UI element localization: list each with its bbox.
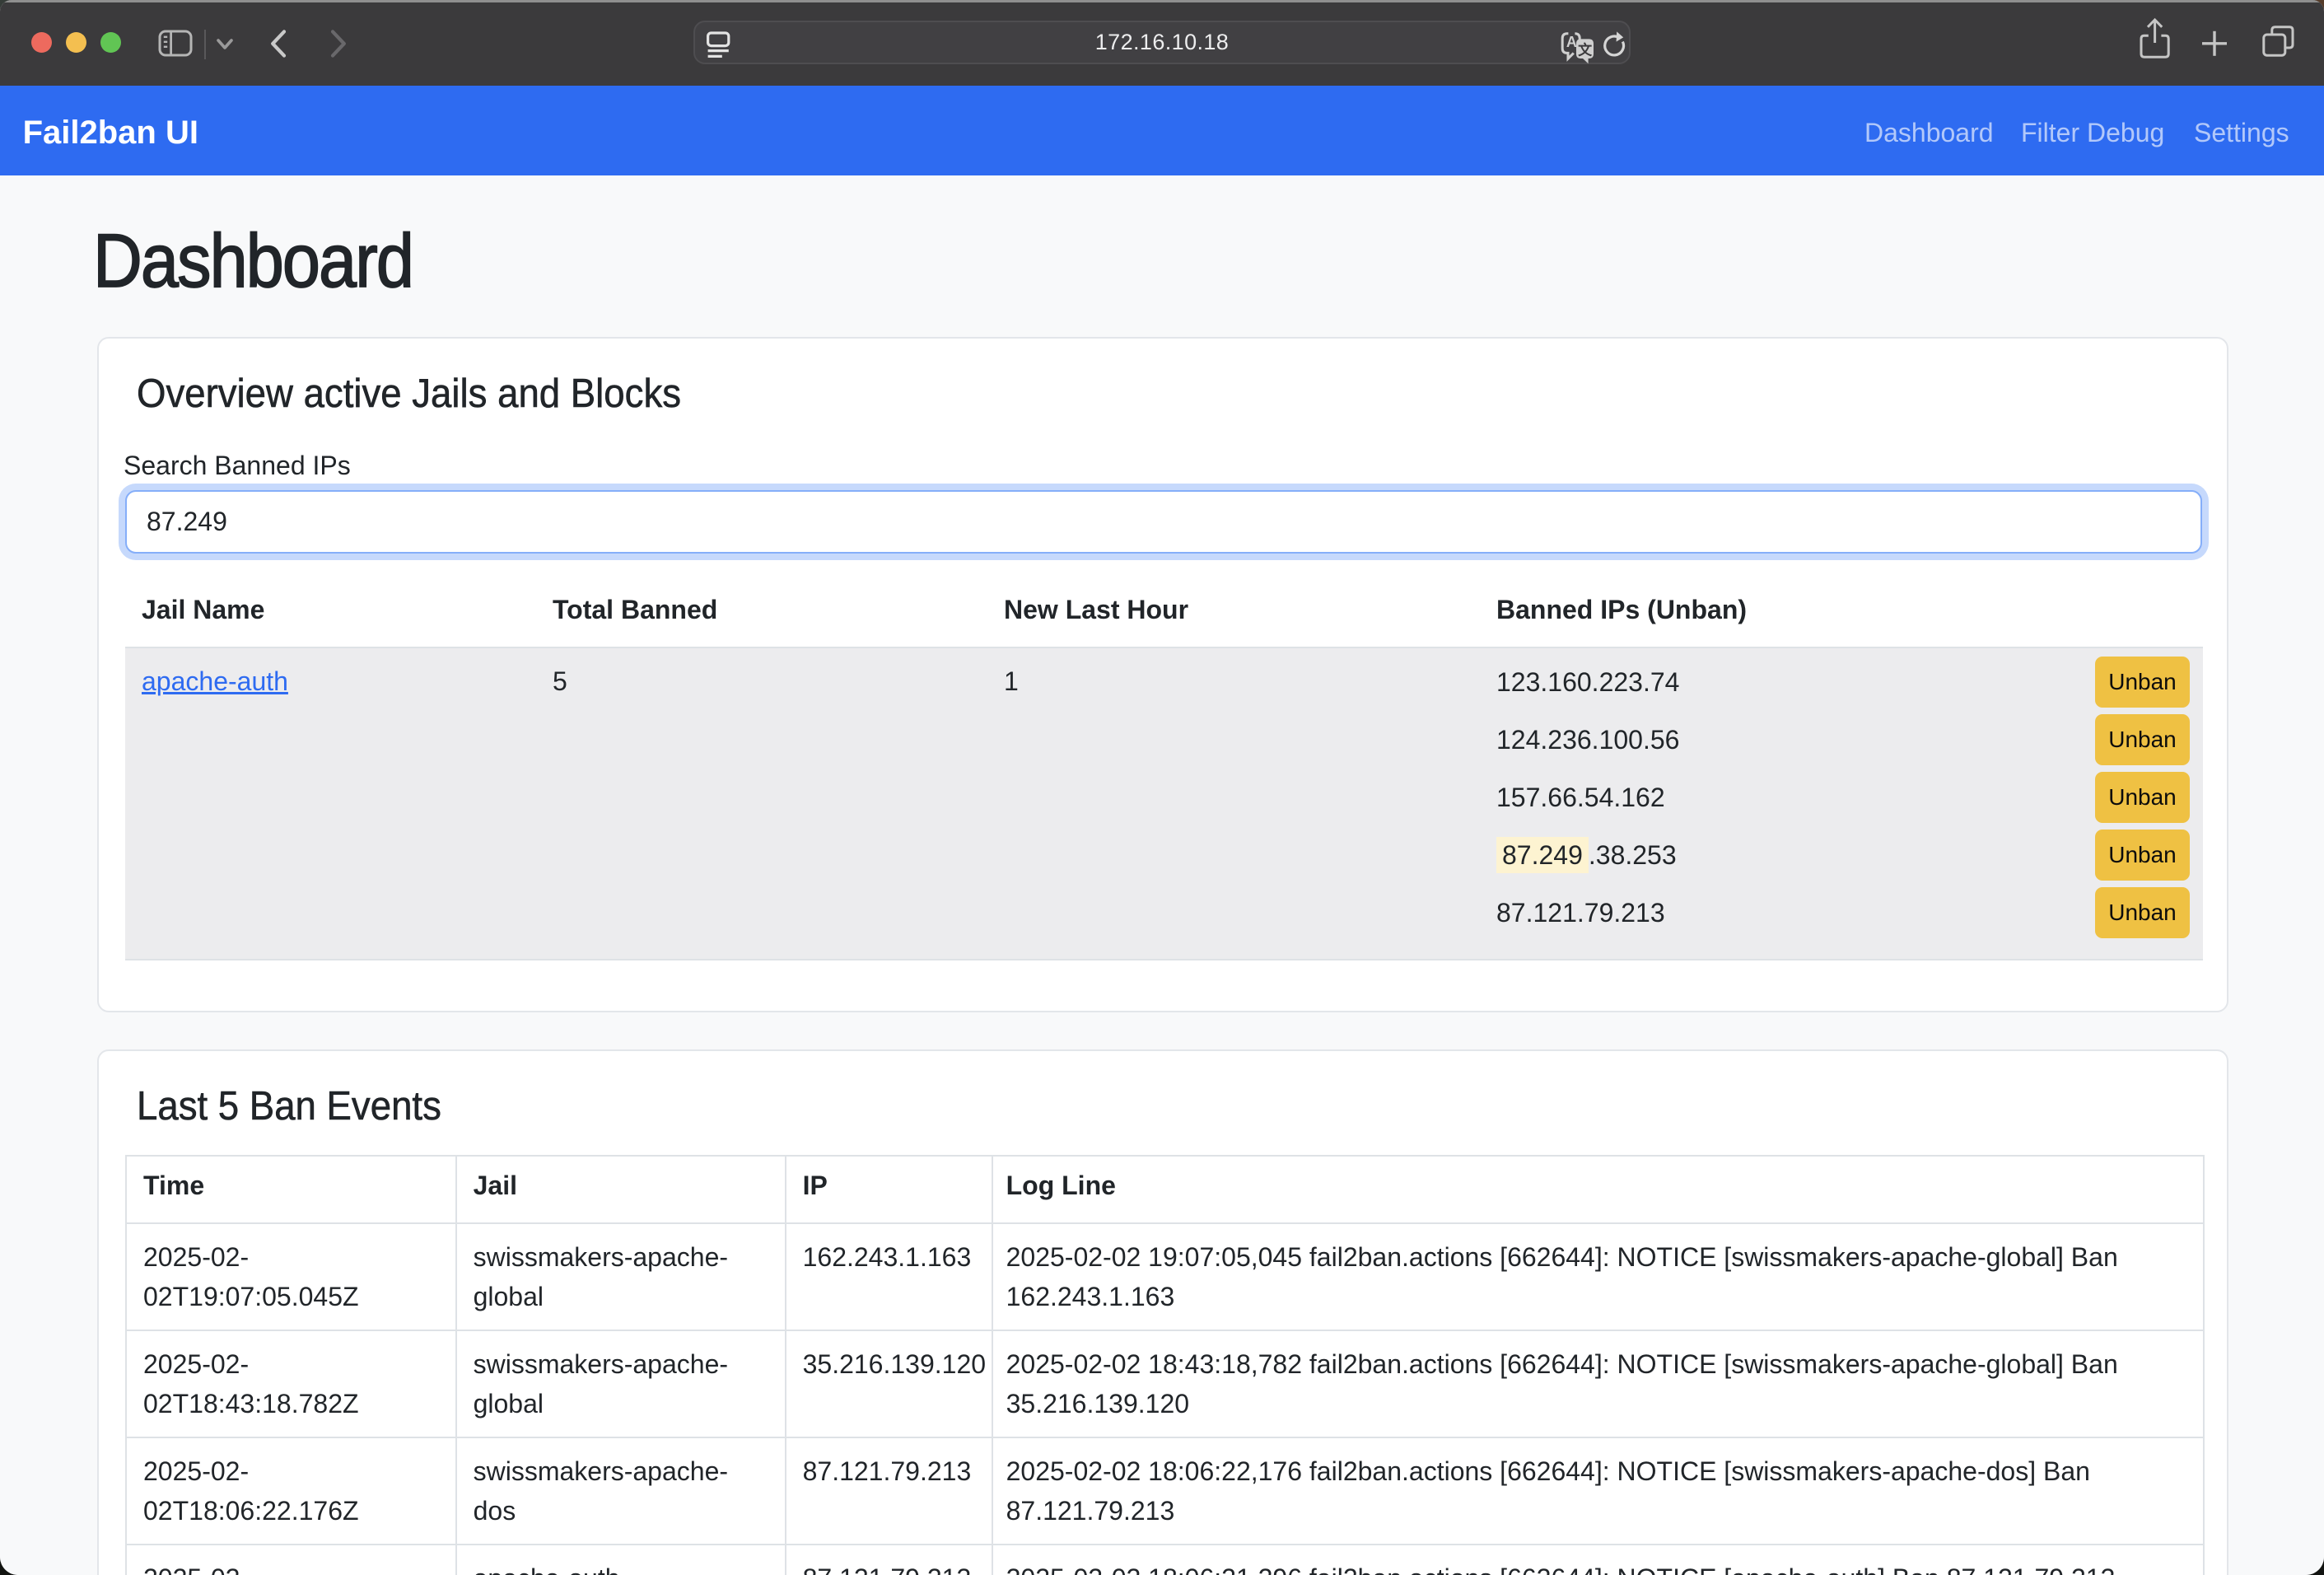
svg-text:A: A: [1566, 34, 1577, 50]
svg-text:文: 文: [1578, 41, 1593, 58]
